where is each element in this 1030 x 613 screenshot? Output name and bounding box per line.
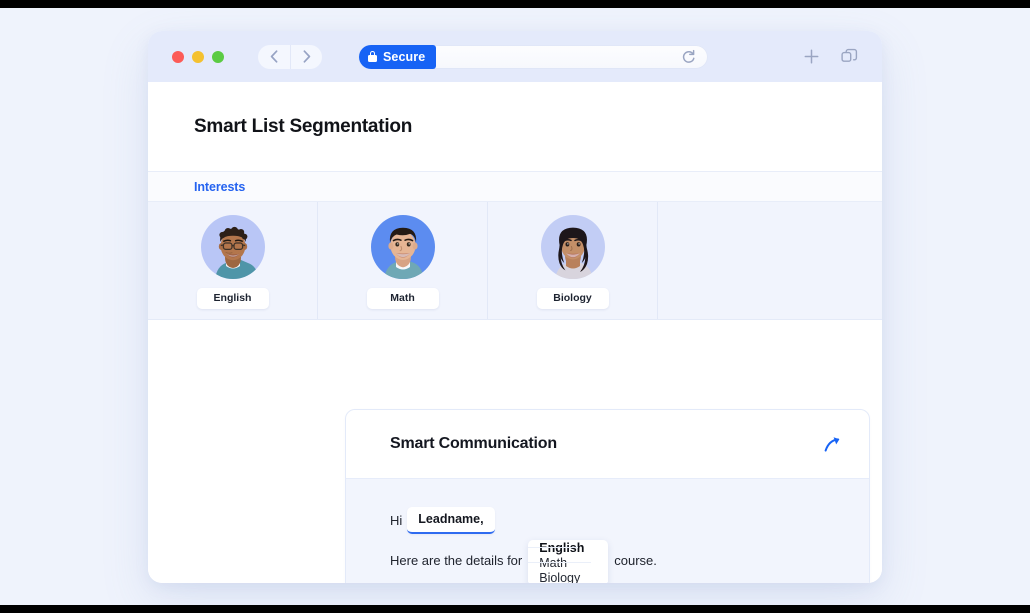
interests-section-header: Interests: [148, 171, 882, 202]
chevron-left-icon: [270, 50, 278, 63]
browser-chrome: Secure: [148, 31, 882, 82]
secure-badge: Secure: [359, 45, 436, 69]
send-button[interactable]: [824, 436, 841, 453]
leadname-token[interactable]: Leadname,: [407, 507, 494, 534]
window-traffic-lights: [172, 51, 224, 63]
copy-tabs-icon: [841, 48, 858, 65]
smart-communication-card: Smart Communication Hi Leadname,: [345, 409, 870, 583]
back-button[interactable]: [258, 45, 290, 69]
details-prefix: Here are the details for: [390, 553, 522, 568]
interests-section-label: Interests: [148, 180, 245, 194]
interests-grid-empty-space: [658, 202, 882, 319]
page-content: Smart List Segmentation Interests: [148, 82, 882, 583]
avatar-image-math: [371, 215, 435, 279]
tabs-button[interactable]: [841, 48, 858, 65]
avatar: [201, 215, 265, 279]
avatar-image-biology: [541, 215, 605, 279]
interest-cell-math[interactable]: Math: [318, 202, 488, 319]
avatar-image-english: [201, 215, 265, 279]
message-greeting-line: Hi Leadname,: [390, 507, 825, 534]
new-tab-button[interactable]: [804, 49, 819, 64]
minimize-window-button[interactable]: [192, 51, 204, 63]
smart-communication-body: Hi Leadname, Here are the details for En…: [346, 479, 869, 583]
interest-cell-english[interactable]: English: [148, 202, 318, 319]
browser-nav-group: [258, 45, 322, 69]
course-dropdown-menu[interactable]: English Math Biology: [528, 540, 608, 583]
interest-chip: English: [197, 288, 269, 309]
details-suffix: course.: [614, 553, 657, 568]
interest-chip: Math: [367, 288, 439, 309]
lock-icon: [368, 51, 377, 62]
interest-cell-biology[interactable]: Biology: [488, 202, 658, 319]
browser-window: Secure: [148, 31, 882, 583]
chevron-right-icon: [303, 50, 311, 63]
reload-button[interactable]: [681, 45, 696, 69]
avatar: [371, 215, 435, 279]
address-bar[interactable]: Secure: [358, 45, 708, 69]
send-arrow-icon: [824, 436, 841, 453]
maximize-window-button[interactable]: [212, 51, 224, 63]
smart-communication-title: Smart Communication: [390, 435, 557, 453]
message-details-line: Here are the details for English Math Bi…: [390, 548, 825, 573]
reload-icon: [681, 49, 696, 64]
page-canvas: Secure: [0, 8, 1030, 605]
secure-badge-label: Secure: [383, 50, 425, 64]
dropdown-option-biology[interactable]: Biology: [528, 562, 591, 583]
plus-icon: [804, 49, 819, 64]
interest-chip: Biology: [537, 288, 609, 309]
greeting-prefix: Hi: [390, 513, 402, 528]
avatar: [541, 215, 605, 279]
letterbox-top: [0, 0, 1030, 8]
interests-grid: English: [148, 202, 882, 320]
smart-communication-header: Smart Communication: [346, 410, 869, 479]
course-select[interactable]: English Math Biology: [528, 548, 608, 573]
letterbox-bottom: [0, 605, 1030, 613]
page-title: Smart List Segmentation: [148, 82, 882, 138]
chrome-actions: [804, 48, 866, 65]
forward-button[interactable]: [290, 45, 322, 69]
close-window-button[interactable]: [172, 51, 184, 63]
